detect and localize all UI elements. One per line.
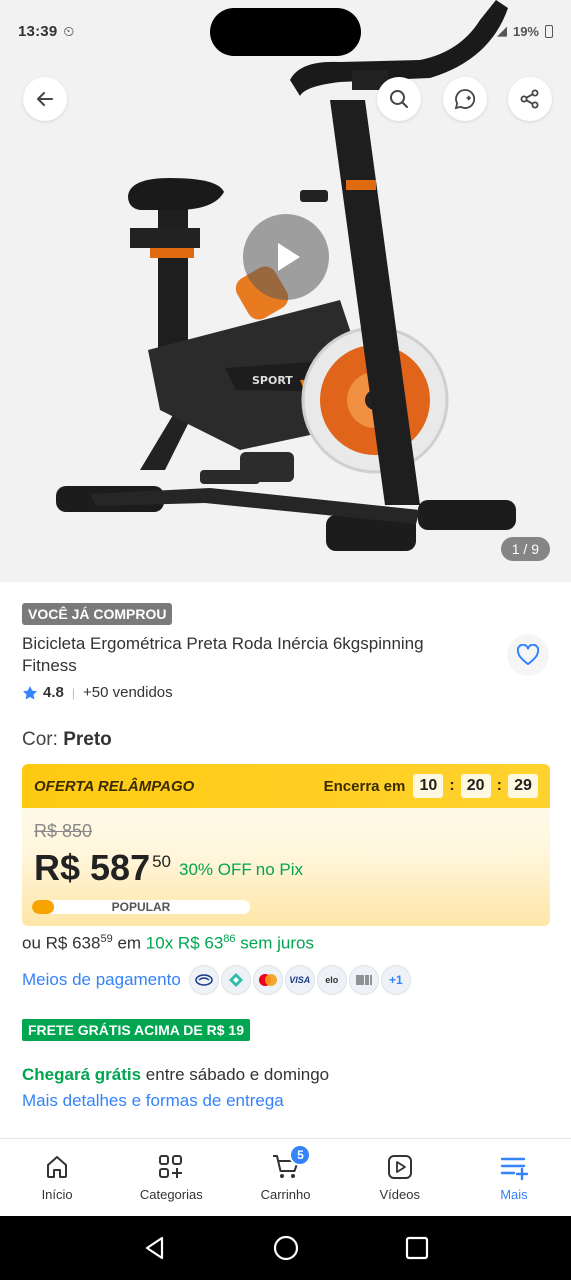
elo-icon: elo — [316, 965, 347, 995]
delivery-details-link[interactable]: Mais detalhes e formas de entrega — [22, 1091, 284, 1111]
nav-more-label: Mais — [500, 1187, 528, 1202]
arrow-left-icon — [37, 92, 53, 106]
categories-icon — [159, 1155, 183, 1178]
nav-home-label: Início — [41, 1187, 73, 1202]
nav-videos-label: Vídeos — [379, 1187, 420, 1202]
nav-cart[interactable]: 5 Carrinho — [228, 1139, 342, 1216]
product-gallery[interactable]: SPORT 1 / 9 — [0, 0, 571, 582]
nav-videos[interactable]: Vídeos — [343, 1139, 457, 1216]
rating-value: 4.8 — [43, 684, 64, 701]
installments-info: ou R$ 63859 em 10x R$ 6386 sem juros — [22, 933, 314, 954]
offer-ends-label: Encerra em — [323, 777, 406, 795]
payment-icons: VISA elo +1 — [188, 965, 411, 995]
more-payment-methods: +1 — [380, 965, 411, 995]
whatsapp-icon — [454, 89, 476, 110]
timer-separator: : — [496, 777, 502, 794]
cart-count-badge: 5 — [289, 1144, 312, 1166]
installments-count: 10x R$ 63 — [145, 933, 224, 953]
popularity-bar: POPULAR — [32, 900, 250, 914]
sold-count: +50 vendidos — [82, 684, 173, 701]
current-price: R$ 587 50 30% OFF no Pix — [34, 848, 303, 888]
rating-row[interactable]: 4.8 | +50 vendidos — [22, 684, 173, 701]
color-selector[interactable]: Cor: Preto — [22, 729, 112, 751]
share-icon — [520, 89, 539, 109]
video-icon — [387, 1155, 412, 1179]
pix-label: no Pix — [255, 860, 304, 879]
battery-level: 19% — [512, 23, 539, 39]
status-time: 13:39 — [18, 22, 58, 40]
discount-label: 30% OFF — [179, 860, 252, 879]
free-shipping-badge: FRETE GRÁTIS ACIMA DE R$ 19 — [22, 1019, 250, 1041]
flash-offer-card: OFERTA RELÂMPAGO Encerra em 10 : 20 : 29… — [22, 764, 550, 926]
search-icon — [390, 90, 408, 108]
nav-more[interactable]: Mais — [457, 1139, 571, 1216]
already-bought-badge: VOCÊ JÁ COMPROU — [22, 603, 173, 625]
visa-icon: VISA — [284, 965, 315, 995]
timer-separator: : — [449, 777, 455, 794]
nav-cart-label: Carrinho — [260, 1187, 311, 1202]
mastercard-icon — [252, 965, 283, 995]
nav-home[interactable]: Início — [0, 1139, 114, 1216]
nav-categories[interactable]: Categorias — [114, 1139, 228, 1216]
image-counter: 1 / 9 — [500, 537, 550, 561]
payment-methods-row[interactable]: Meios de pagamento VISA elo +1 — [22, 965, 411, 995]
delivery-free-label: Chegará grátis — [22, 1065, 142, 1084]
search-button[interactable] — [377, 77, 421, 121]
installments-in: em — [117, 933, 142, 953]
price-cents: 50 — [152, 852, 172, 871]
system-recents-icon[interactable] — [405, 1236, 429, 1260]
bottom-navigation: Início Categorias 5 Carrinho Vídeos Mais — [0, 1138, 571, 1216]
timer-seconds: 29 — [508, 774, 538, 798]
flash-offer-title: OFERTA RELÂMPAGO — [34, 777, 195, 795]
heart-icon — [516, 644, 540, 665]
alt-price: ou R$ 638 — [22, 933, 101, 953]
camera-notch — [210, 8, 361, 56]
timer-hours: 10 — [413, 774, 444, 798]
back-button[interactable] — [23, 77, 67, 121]
alt-price-cents: 59 — [100, 933, 113, 945]
installments-cents: 86 — [223, 933, 236, 945]
price-value: R$ 587 — [34, 847, 151, 888]
popularity-label: POPULAR — [111, 900, 171, 914]
boleto-icon — [348, 965, 379, 995]
system-navigation-bar — [0, 1216, 571, 1280]
home-icon — [47, 1156, 68, 1178]
whatsapp-share-button[interactable] — [443, 77, 487, 121]
play-video-button[interactable] — [243, 214, 329, 300]
installments-interest: sem juros — [240, 933, 314, 953]
delivery-estimate: Chegará grátis entre sábado e domingo — [22, 1065, 329, 1085]
color-label: Cor: — [22, 729, 58, 750]
nav-categories-label: Categorias — [139, 1187, 203, 1202]
color-value: Preto — [63, 729, 112, 750]
product-title: Bicicleta Ergométrica Preta Roda Inércia… — [22, 634, 424, 675]
system-back-icon[interactable] — [142, 1235, 168, 1261]
share-button[interactable] — [508, 77, 552, 121]
delivery-window: entre sábado e domingo — [145, 1065, 330, 1084]
svg-text:SPORT: SPORT — [252, 374, 293, 387]
timer-minutes: 20 — [460, 774, 491, 798]
battery-icon — [545, 24, 553, 38]
play-icon — [278, 243, 300, 271]
signal-icon: ◢ — [496, 23, 507, 38]
favorite-button[interactable] — [507, 634, 549, 676]
pix-icon — [220, 965, 251, 995]
system-home-icon[interactable] — [272, 1234, 300, 1262]
menu-icon — [500, 1157, 529, 1181]
star-icon — [23, 685, 37, 699]
flash-offer-header: OFERTA RELÂMPAGO Encerra em 10 : 20 : 29 — [22, 764, 550, 808]
rating-separator: | — [71, 685, 75, 700]
original-price: R$ 850 — [34, 821, 93, 841]
mercadopago-icon — [188, 965, 219, 995]
alarm-icon: ⏲ — [63, 22, 75, 39]
payment-methods-link[interactable]: Meios de pagamento — [22, 970, 181, 990]
